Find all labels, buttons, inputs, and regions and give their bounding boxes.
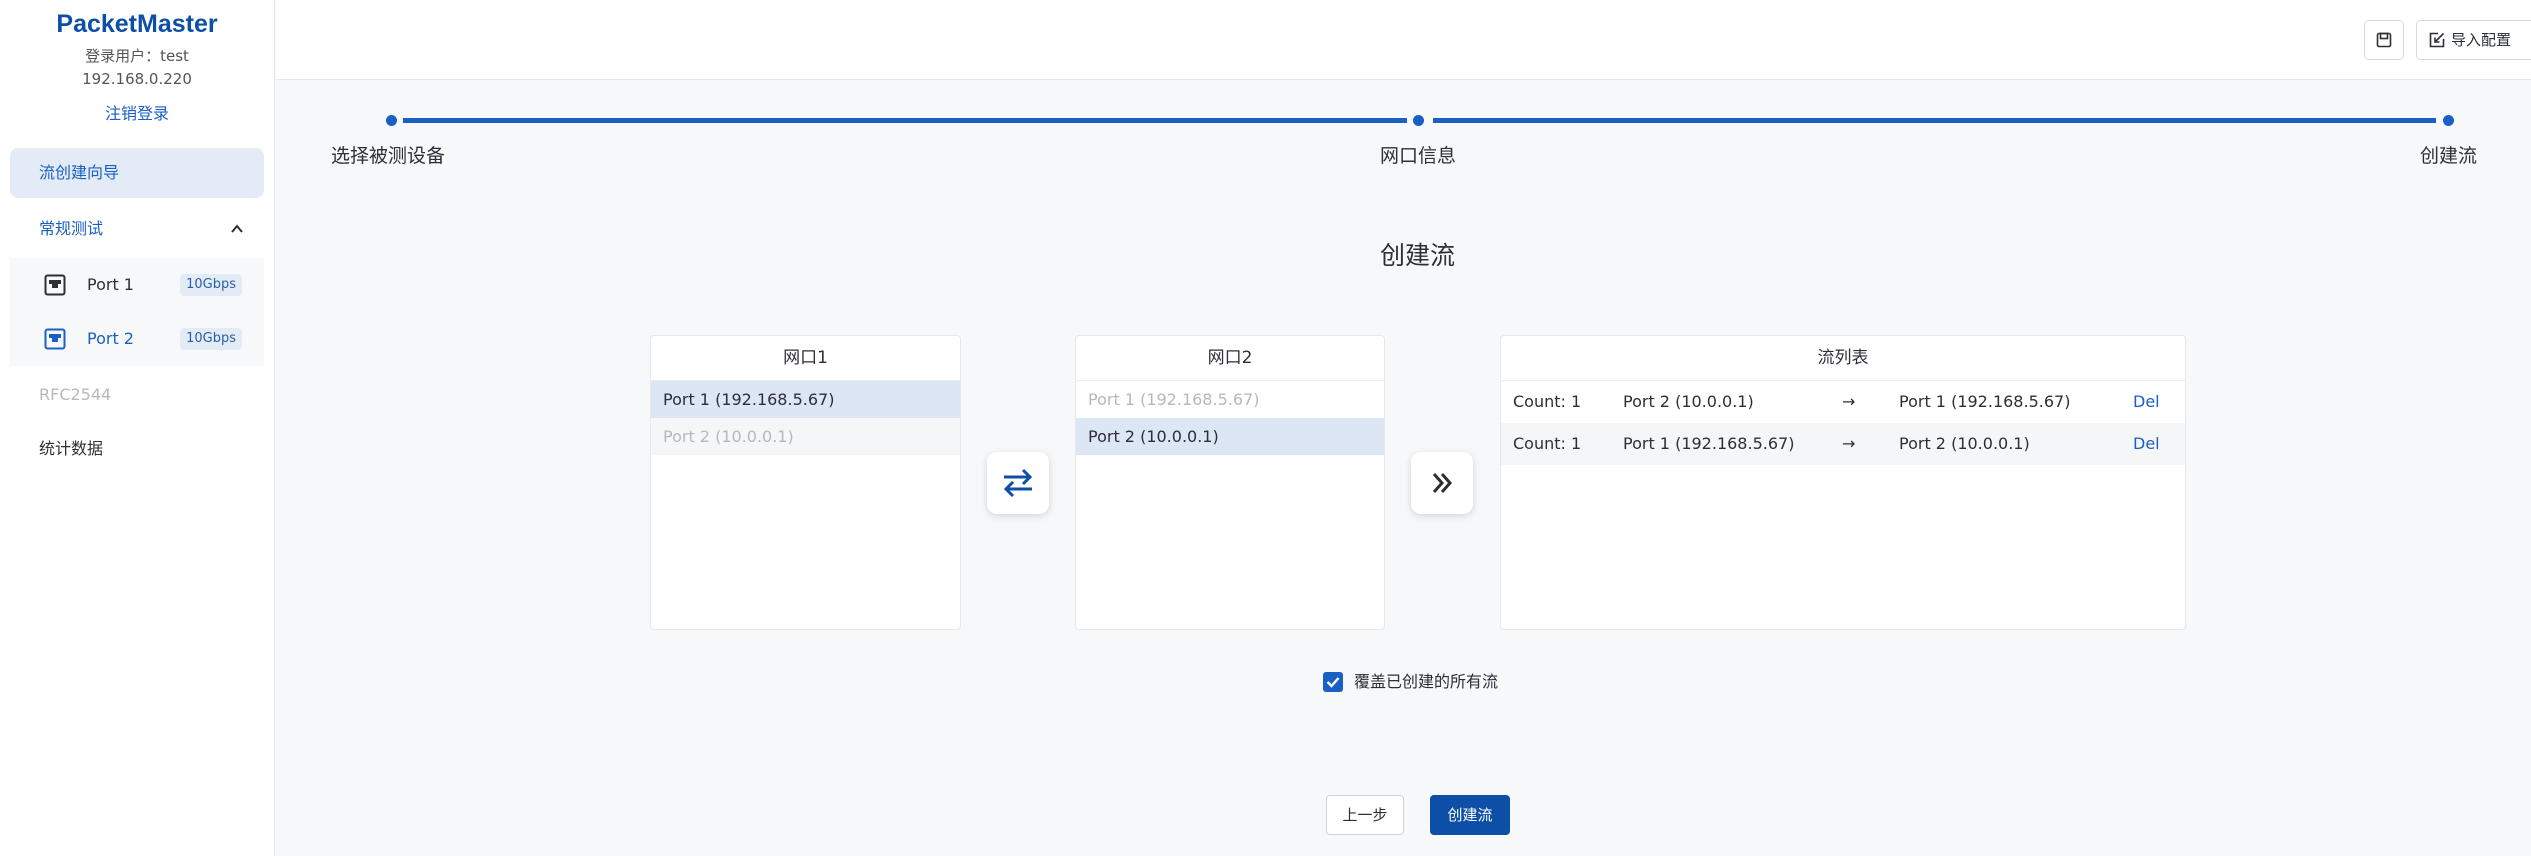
sidebar-item-port-2[interactable]: Port 2 10Gbps (10, 312, 264, 366)
list-item[interactable]: Port 1 (192.168.5.67) (1076, 381, 1384, 418)
logged-in-user: 登录用户：test (85, 47, 189, 65)
checkmark-icon (1326, 677, 1340, 688)
flow-destination: Port 2 (10.0.0.1) (1899, 434, 2030, 453)
flow-source: Port 2 (10.0.0.1) (1623, 392, 1754, 411)
sidebar-item-wizard[interactable]: 流创建向导 (10, 148, 264, 198)
panel-title: 网口2 (1076, 336, 1384, 381)
port-list: Port 1 10Gbps Port 2 10Gbps (10, 258, 264, 366)
sidebar-item-label: RFC2544 (39, 385, 112, 404)
count-label: Count: (1513, 434, 1566, 453)
count-value: 1 (1571, 434, 1582, 453)
sidebar-item-port-1[interactable]: Port 1 10Gbps (10, 258, 264, 312)
create-flow-button[interactable]: 创建流 (1430, 795, 1510, 835)
add-flow-button[interactable] (1411, 452, 1473, 514)
port-label: Port 1 (87, 275, 134, 294)
count-value: 1 (1571, 392, 1582, 411)
flow-source: Port 1 (192.168.5.67) (1623, 434, 1795, 453)
table-row: Count: 1 Port 2 (10.0.0.1) → Port 1 (192… (1501, 381, 2185, 423)
sidebar-item-label: 常规测试 (39, 219, 104, 238)
swap-ports-button[interactable] (987, 452, 1049, 514)
port1-panel: 网口1 Port 1 (192.168.5.67) Port 2 (10.0.0… (650, 335, 961, 630)
logout-link[interactable]: 注销登录 (0, 100, 274, 124)
import-icon (2429, 32, 2445, 48)
arrow-right-icon: → (1842, 434, 1856, 453)
flow-list-panel: 流列表 Count: 1 Port 2 (10.0.0.1) → Port 1 … (1500, 335, 2186, 630)
panel-title: 流列表 (1501, 336, 2185, 381)
sidebar-item-regular-test[interactable]: 常规测试 (10, 204, 264, 254)
count-label: Count: (1513, 392, 1566, 411)
flow-destination: Port 1 (192.168.5.67) (1899, 392, 2071, 411)
sidebar-item-statistics[interactable]: 统计数据 (10, 424, 264, 474)
sidebar-item-label: 统计数据 (39, 439, 104, 458)
step-connector (403, 118, 1407, 123)
double-chevron-right-icon (1432, 473, 1453, 493)
delete-flow-button[interactable]: Del (2133, 381, 2160, 423)
speed-badge: 10Gbps (180, 328, 242, 350)
chevron-up-icon[interactable] (230, 222, 244, 236)
list-item[interactable]: Port 2 (10.0.0.1) (1076, 418, 1384, 455)
page-title: 创建流 (1380, 241, 1456, 270)
previous-step-button[interactable]: 上一步 (1326, 795, 1404, 835)
save-icon (2376, 32, 2392, 48)
sidebar: PacketMaster 登录用户：test 192.168.0.220 注销登… (0, 0, 275, 856)
arrow-right-icon: → (1842, 392, 1856, 411)
list-item[interactable]: Port 2 (10.0.0.1) (651, 418, 960, 455)
import-label: 导入配置 (2451, 31, 2512, 49)
step-dot (2443, 115, 2454, 126)
table-row: Count: 1 Port 1 (192.168.5.67) → Port 2 … (1501, 423, 2185, 465)
speed-badge: 10Gbps (180, 274, 242, 296)
sidebar-item-rfc2544[interactable]: RFC2544 (10, 370, 264, 420)
sidebar-nav: 流创建向导 常规测试 Port 1 10Gbps Port 2 10Gbps R… (0, 148, 274, 474)
step-connector (1433, 118, 2436, 123)
delete-flow-button[interactable]: Del (2133, 423, 2160, 465)
overwrite-checkbox[interactable] (1323, 672, 1343, 692)
overwrite-label: 覆盖已创建的所有流 (1354, 672, 1499, 691)
server-ip: 192.168.0.220 (82, 70, 192, 88)
swap-arrows-icon (1003, 468, 1033, 498)
step-label-create-flow: 创建流 (2420, 145, 2478, 167)
panel-title: 网口1 (651, 336, 960, 381)
brand-logo: PacketMaster (56, 10, 218, 38)
ethernet-port-icon (44, 274, 66, 296)
import-config-button[interactable]: 导入配置 (2416, 20, 2531, 60)
ethernet-port-icon (44, 328, 66, 350)
step-label-port-info: 网口信息 (1380, 145, 1457, 167)
step-label-select-device: 选择被测设备 (331, 145, 446, 167)
sidebar-item-label: 流创建向导 (39, 163, 120, 182)
step-dot (386, 115, 397, 126)
list-item[interactable]: Port 1 (192.168.5.67) (651, 381, 960, 418)
step-dot (1413, 115, 1424, 126)
port-label: Port 2 (87, 329, 134, 348)
save-button[interactable] (2364, 20, 2404, 60)
top-header: 导入配置 (276, 0, 2531, 80)
port2-panel: 网口2 Port 1 (192.168.5.67) Port 2 (10.0.0… (1075, 335, 1385, 630)
